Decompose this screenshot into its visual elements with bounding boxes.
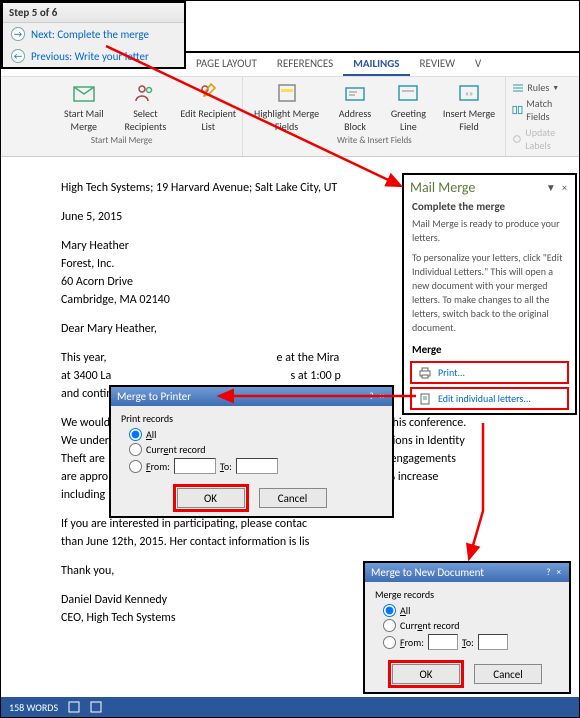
annotation-arrow-2 xyxy=(211,388,421,404)
merge-to-printer-dialog: Merge to Printer ? × Print records All C… xyxy=(109,385,394,518)
annotation-arrow-3 xyxy=(461,421,491,566)
status-bar: 158 WORDS xyxy=(1,697,579,717)
cancel-button[interactable]: Cancel xyxy=(474,664,542,684)
pane-text-2: To personalize your letters, click "Edit… xyxy=(404,251,575,341)
ok-button[interactable]: OK xyxy=(177,488,245,508)
radio-from[interactable] xyxy=(129,460,142,473)
radio-current[interactable] xyxy=(383,619,396,632)
pane-close-icon[interactable]: ▼ × xyxy=(546,181,569,194)
rules-icon xyxy=(512,82,524,94)
insert-field-icon: «» xyxy=(457,81,481,105)
word-count[interactable]: 158 WORDS xyxy=(9,701,58,714)
radio-all[interactable] xyxy=(383,604,396,617)
radio-all[interactable] xyxy=(129,428,142,441)
mail-merge-pane: Mail Merge ▼ × Complete the merge Mail M… xyxy=(402,173,577,415)
print-records-label: Print records xyxy=(121,412,382,425)
match-icon xyxy=(512,104,523,116)
annotation-arrow-1 xyxy=(101,41,411,191)
to-input[interactable] xyxy=(478,634,508,650)
mail-merge-icon xyxy=(72,81,96,105)
pane-subtitle: Complete the merge xyxy=(404,200,575,217)
from-input[interactable] xyxy=(174,458,216,474)
arrow-left-icon: ← xyxy=(11,49,25,63)
printer-icon xyxy=(418,367,432,379)
spellcheck-icon[interactable] xyxy=(68,701,80,713)
tab-view[interactable]: V xyxy=(465,53,491,76)
insert-merge-field-button[interactable]: «» Insert Merge Field xyxy=(439,81,500,133)
pane-print-link[interactable]: Print... xyxy=(410,361,569,384)
pane-edit-letters-link[interactable]: Edit individual letters... xyxy=(410,387,569,410)
wizard-step-header: Step 5 of 6 xyxy=(3,3,184,23)
macro-icon[interactable] xyxy=(90,701,102,713)
dialog-title: Merge to New Document xyxy=(371,566,484,579)
pane-text-1: Mail Merge is ready to produce your lett… xyxy=(404,217,575,251)
radio-from[interactable] xyxy=(383,636,396,649)
update-labels-button[interactable]: Update Labels xyxy=(512,126,573,152)
svg-text:«»: «» xyxy=(465,89,473,99)
merge-records-label: Merge records xyxy=(375,588,559,601)
radio-current[interactable] xyxy=(129,443,142,456)
match-fields-button[interactable]: Match Fields xyxy=(512,97,573,123)
merge-to-new-document-dialog: Merge to New Document ? × Merge records … xyxy=(363,561,571,694)
cancel-button[interactable]: Cancel xyxy=(259,488,327,508)
dialog-title: Merge to Printer xyxy=(117,390,191,403)
wizard-next-label: Next: Complete the merge xyxy=(31,28,149,41)
dialog-title-buttons[interactable]: ? × xyxy=(546,567,563,578)
tab-review[interactable]: REVIEW xyxy=(410,53,466,76)
update-icon xyxy=(512,133,522,145)
rules-button[interactable]: Rules▼ xyxy=(512,81,573,94)
from-input[interactable] xyxy=(428,634,458,650)
pane-merge-header: Merge xyxy=(404,341,575,358)
pane-title: Mail Merge xyxy=(410,179,475,196)
ok-button[interactable]: OK xyxy=(392,664,460,684)
to-input[interactable] xyxy=(236,458,278,474)
arrow-right-icon: → xyxy=(11,27,25,41)
